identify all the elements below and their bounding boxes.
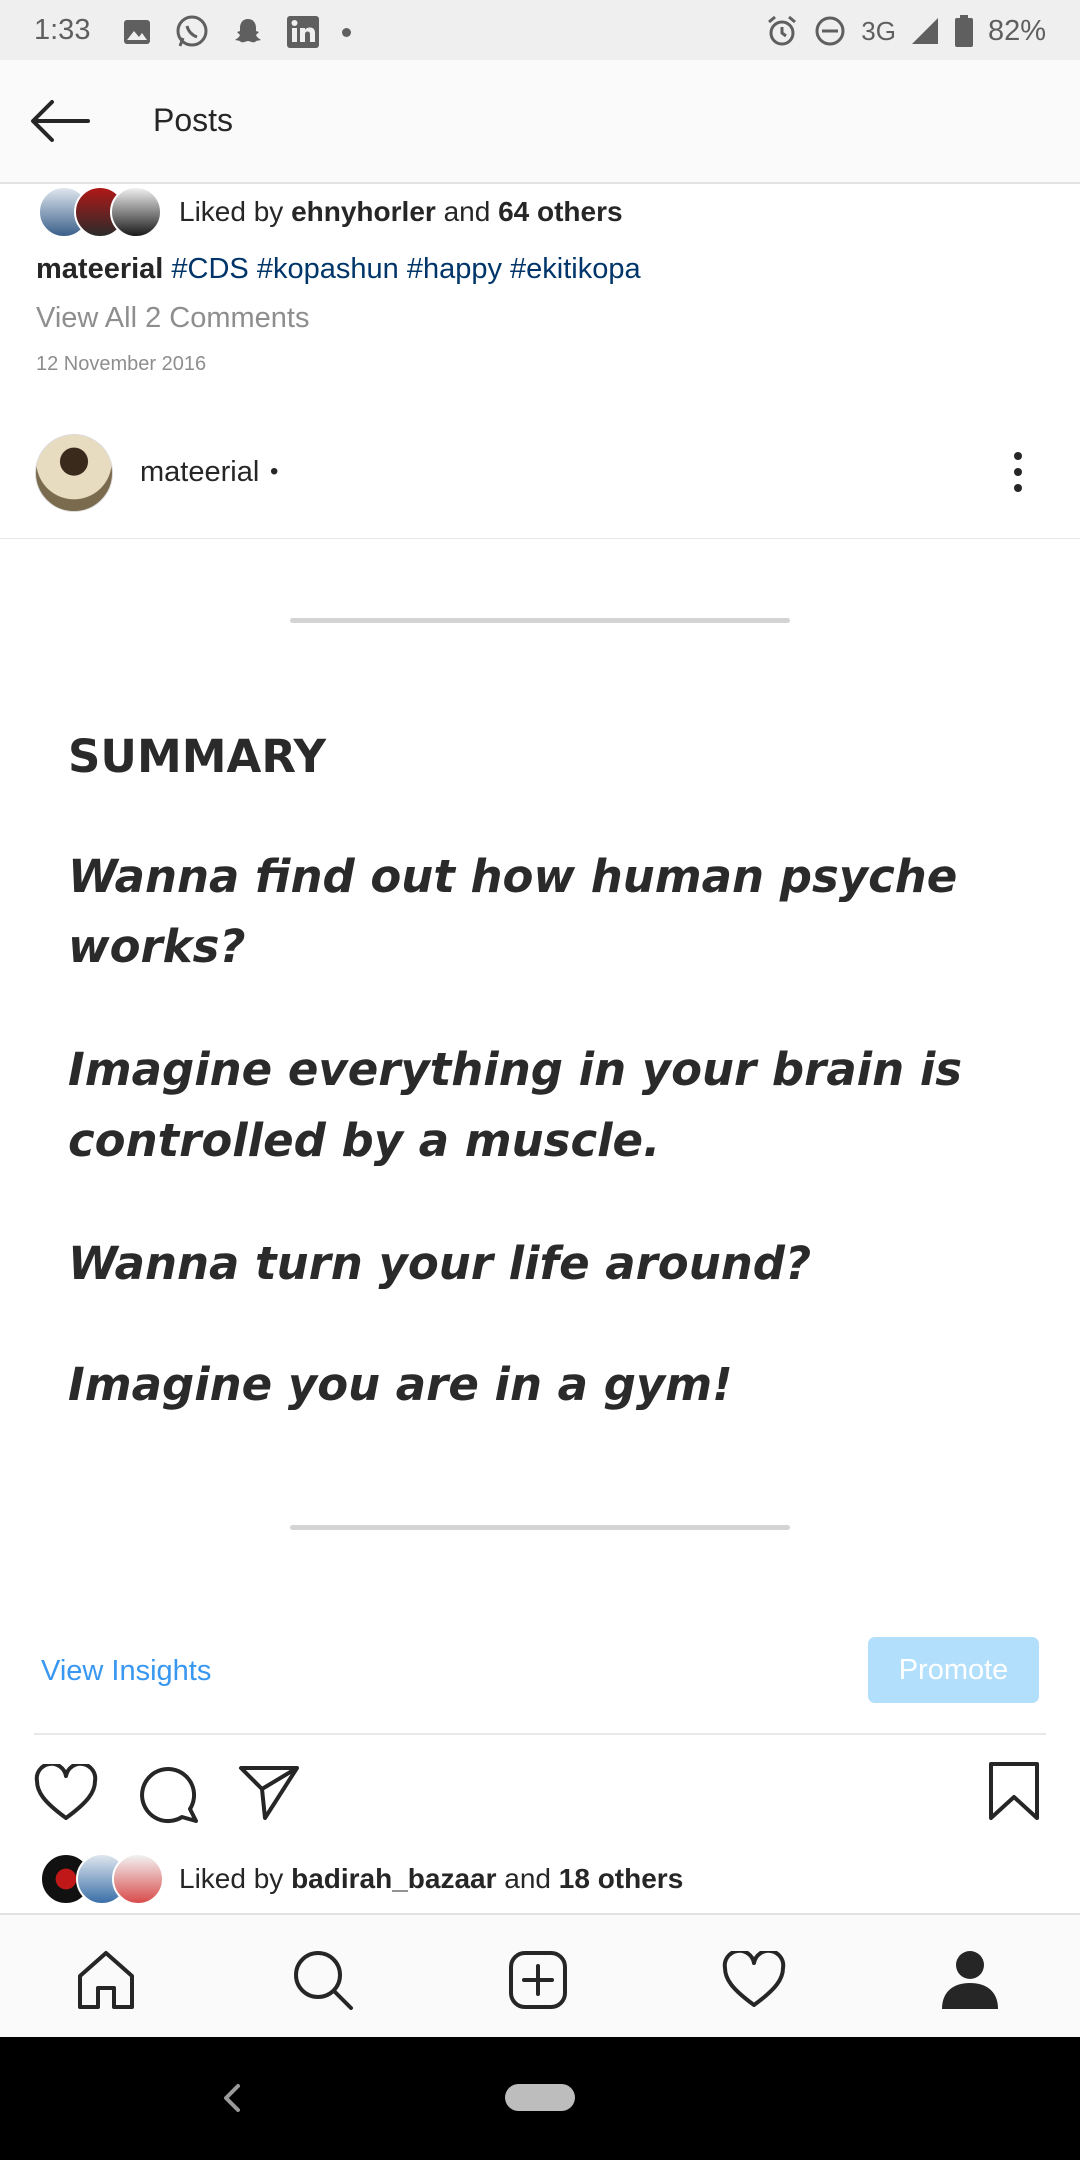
activity-heart-icon[interactable] xyxy=(722,1951,786,2009)
heart-icon[interactable] xyxy=(34,1764,98,1822)
alarm-icon xyxy=(768,15,797,46)
network-type: 3G xyxy=(861,15,896,46)
back-arrow-icon[interactable] xyxy=(28,98,92,144)
image-line: Wanna find out how human psyche xyxy=(68,850,958,903)
liked-user[interactable]: ehnyhorler xyxy=(291,196,436,227)
liked-and: and xyxy=(504,1863,551,1894)
liked-prefix: Liked by xyxy=(179,196,284,227)
divider-line xyxy=(290,618,790,623)
image-line: works? xyxy=(68,920,246,973)
caption: mateerial #CDS #kopashun #happy #ekitiko… xyxy=(36,253,641,286)
caption-username[interactable]: mateerial xyxy=(36,253,163,285)
view-comments-link[interactable]: View All 2 Comments xyxy=(36,302,309,335)
search-icon[interactable] xyxy=(292,1949,354,2011)
insights-row: View Insights Promote xyxy=(0,1620,1080,1732)
liked-and: and xyxy=(443,196,491,227)
top-nav: Posts xyxy=(0,60,1080,184)
avatar[interactable] xyxy=(35,434,113,512)
image-heading: SUMMARY xyxy=(68,730,327,783)
hashtag[interactable]: #ekitikopa xyxy=(510,253,641,285)
liked-avatars[interactable] xyxy=(38,186,162,238)
bookmark-icon[interactable] xyxy=(988,1761,1040,1821)
status-time: 1:33 xyxy=(34,14,91,46)
image-line: Wanna turn your life around? xyxy=(68,1237,812,1290)
post-username[interactable]: mateerial xyxy=(140,456,259,489)
page-title: Posts xyxy=(153,102,234,138)
post-date: 12 November 2016 xyxy=(36,353,207,375)
post-header: mateerial • xyxy=(0,420,1080,539)
home-icon[interactable] xyxy=(76,1950,136,2010)
view-insights-link[interactable]: View Insights xyxy=(41,1655,211,1688)
profile-icon[interactable] xyxy=(940,1949,1000,2011)
whatsapp-icon xyxy=(176,15,208,47)
image-line: Imagine everything in your brain is xyxy=(68,1043,963,1096)
more-options-icon[interactable] xyxy=(1002,450,1034,494)
liked-user[interactable]: badirah_bazaar xyxy=(291,1863,496,1894)
dnd-icon xyxy=(815,16,845,46)
liked-others[interactable]: 64 others xyxy=(498,196,623,227)
dot-icon xyxy=(342,27,351,37)
liked-by-text[interactable]: Liked by ehnyhorler and 64 others xyxy=(179,196,623,228)
battery-percent: 82% xyxy=(987,14,1046,47)
post-image[interactable]: SUMMARY Wanna find out how human psyche … xyxy=(0,540,1080,1620)
promote-button[interactable]: Promote xyxy=(868,1637,1039,1703)
username-dot: • xyxy=(270,458,279,485)
post-actions xyxy=(0,1735,1080,1845)
system-navigation-bar xyxy=(0,2037,1080,2160)
avatar xyxy=(110,186,162,238)
snapchat-icon xyxy=(235,19,261,43)
liked-others[interactable]: 18 others xyxy=(559,1863,684,1894)
new-post-icon[interactable] xyxy=(508,1950,568,2010)
liked-avatars[interactable] xyxy=(40,1853,164,1905)
bottom-nav xyxy=(0,1913,1080,2039)
hashtag[interactable]: #CDS xyxy=(171,253,248,285)
avatar xyxy=(112,1853,164,1905)
gallery-icon xyxy=(124,20,150,44)
image-line: controlled by a muscle. xyxy=(68,1114,661,1167)
liked-by-text[interactable]: Liked by badirah_bazaar and 18 others xyxy=(179,1863,683,1895)
hashtag[interactable]: #happy xyxy=(407,253,502,285)
hashtag[interactable]: #kopashun xyxy=(257,253,399,285)
liked-prefix: Liked by xyxy=(179,1863,284,1894)
promote-label: Promote xyxy=(898,1654,1009,1686)
share-icon[interactable] xyxy=(238,1763,300,1821)
divider-line xyxy=(290,1525,790,1530)
system-back-icon[interactable] xyxy=(222,2083,242,2113)
signal-icon xyxy=(911,18,938,44)
status-bar: 1:33 3G 82% xyxy=(0,0,1080,60)
battery-icon xyxy=(954,15,973,47)
comment-icon[interactable] xyxy=(138,1763,200,1825)
image-line: Imagine you are in a gym! xyxy=(68,1358,733,1411)
home-pill[interactable] xyxy=(505,2084,575,2111)
linkedin-icon xyxy=(287,16,319,48)
